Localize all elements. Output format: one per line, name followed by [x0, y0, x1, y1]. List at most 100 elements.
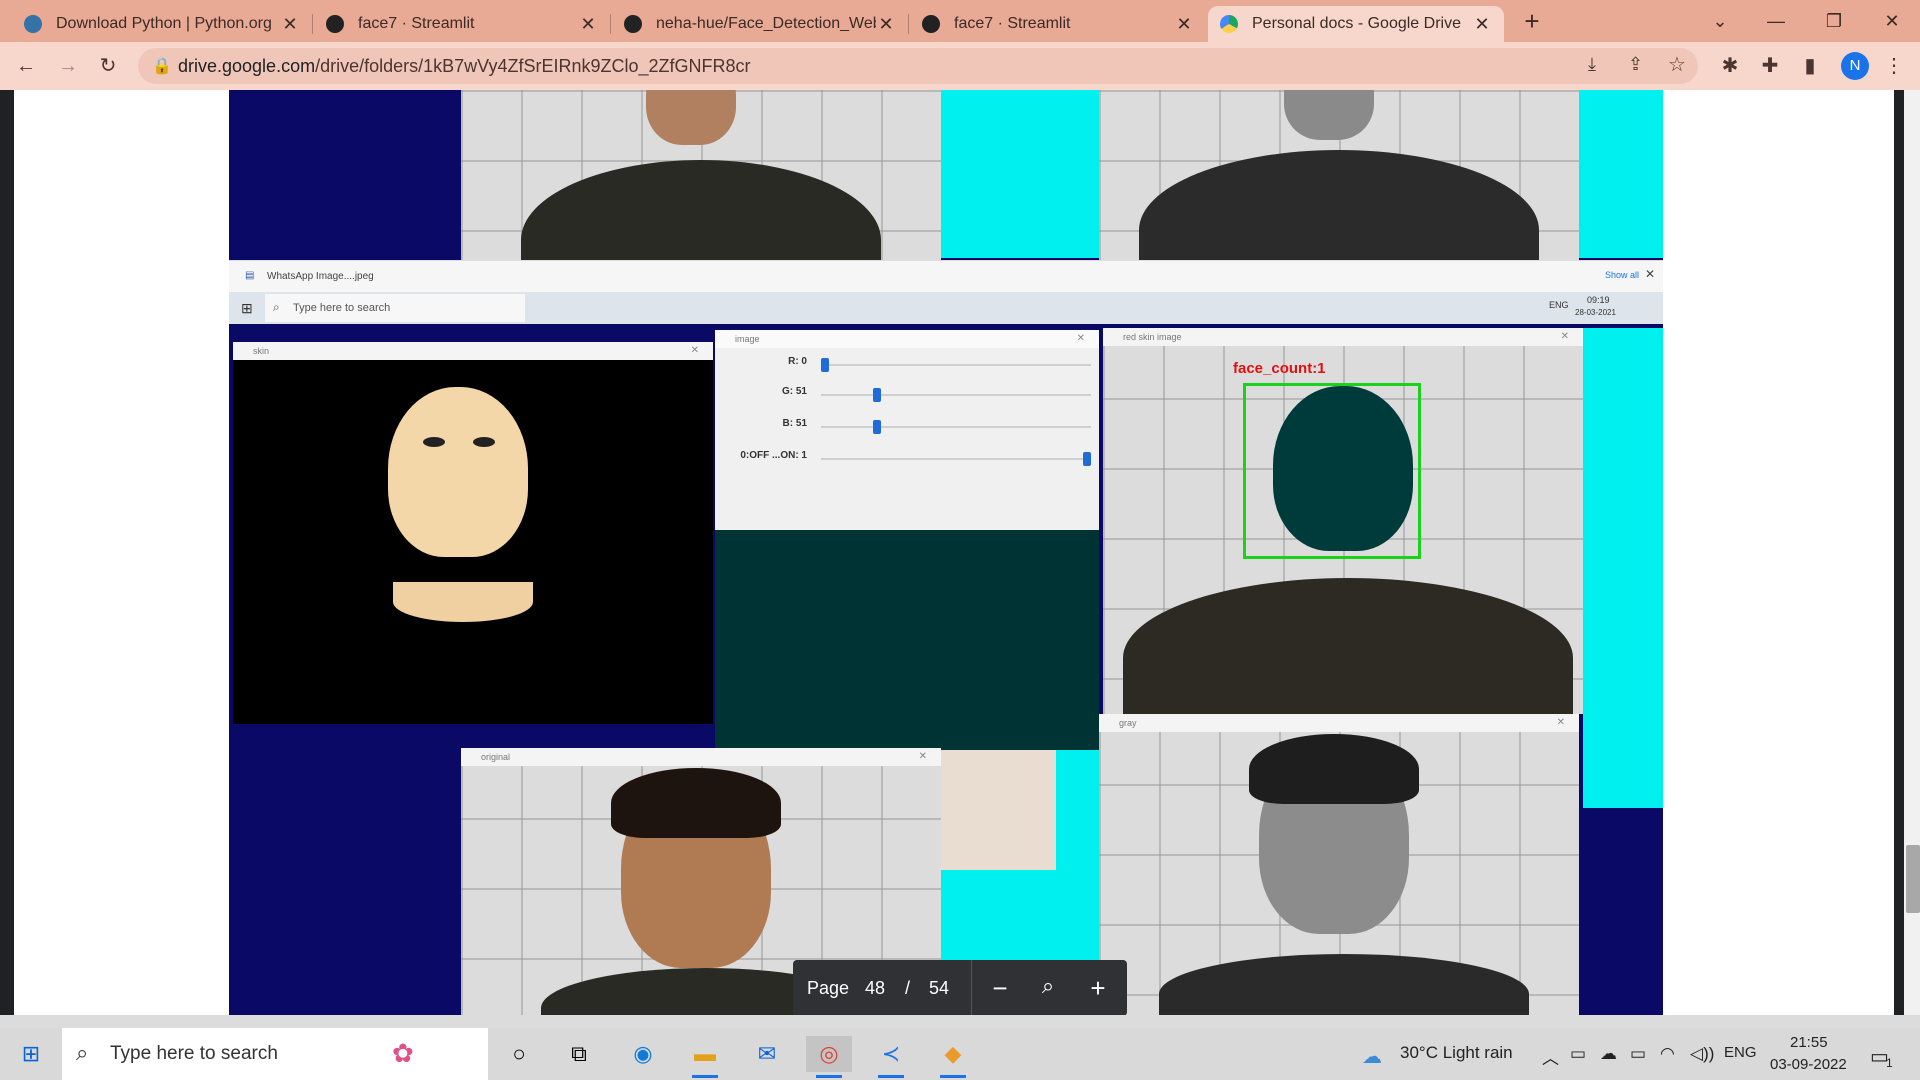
slider-g-thumb[interactable] — [873, 388, 882, 402]
embedded-time: 09:19 — [1587, 295, 1610, 305]
cortana-icon[interactable]: ○ — [496, 1036, 542, 1072]
vscode-icon[interactable]: ≺ — [868, 1036, 914, 1078]
slider-switch-label: 0:OFF ...ON: 1 — [740, 450, 807, 461]
red-skin-window-title: red skin image ✕ — [1103, 328, 1583, 346]
wifi-icon[interactable]: ◠ — [1660, 1044, 1675, 1064]
gray-photo-top — [1099, 90, 1579, 285]
scrollbar-thumb[interactable] — [1906, 845, 1920, 913]
face-count-label: face_count:1 — [1233, 360, 1326, 377]
python-icon — [24, 15, 42, 33]
extensions-puzzle-icon[interactable]: ✚ — [1756, 52, 1784, 80]
streamlit-icon — [326, 15, 344, 33]
reload-icon[interactable]: ↻ — [94, 52, 122, 80]
tray-device-icon[interactable]: ▭ — [1570, 1044, 1586, 1064]
drive-preview: ▤ WhatsApp Image....jpeg Show all ✕ ⊞ ⌕ … — [0, 90, 1920, 1015]
edge-icon[interactable]: ◉ — [620, 1036, 666, 1072]
skin-window: skin ✕ — [233, 342, 713, 724]
embedded-search-text: Type here to search — [293, 302, 391, 314]
search-highlight-icon: ✿ — [392, 1038, 414, 1068]
close-icon[interactable]: ✕ — [578, 14, 598, 35]
battery-icon[interactable]: ▭ — [1630, 1044, 1646, 1064]
bookmark-star-icon[interactable]: ☆ — [1668, 52, 1686, 77]
install-icon[interactable]: ⤓ — [1588, 54, 1596, 75]
tab-streamlit-2[interactable]: face7 · Streamlit ✕ — [910, 6, 1206, 42]
mail-icon[interactable]: ✉ — [744, 1036, 790, 1072]
image-window-title: image ✕ — [715, 330, 1099, 348]
face-bounding-box — [1243, 383, 1421, 559]
slider-switch-thumb[interactable] — [1083, 452, 1091, 466]
extension-bug-icon[interactable]: ✱ — [1716, 52, 1744, 80]
zoom-icon[interactable]: ⌕ — [1033, 973, 1063, 999]
close-icon[interactable]: ✕ — [280, 14, 300, 35]
slider-b[interactable] — [821, 426, 1091, 428]
close-icon[interactable]: ✕ — [1472, 14, 1492, 35]
back-icon[interactable]: ← — [12, 52, 40, 80]
tray-chevron-icon[interactable]: ︿ — [1542, 1044, 1559, 1069]
slider-b-thumb[interactable] — [873, 420, 882, 434]
minimize-icon[interactable]: — — [1756, 6, 1796, 36]
side-panel-icon[interactable]: ▮ — [1796, 52, 1824, 80]
chrome-icon[interactable]: ◎ — [806, 1036, 852, 1078]
onedrive-icon[interactable]: ☁ — [1600, 1044, 1617, 1064]
tab-search-icon[interactable]: ⌄ — [1700, 6, 1740, 36]
original-window-title: original ✕ — [461, 748, 941, 766]
clock-time[interactable]: 21:55 — [1790, 1034, 1828, 1051]
close-icon[interactable]: ✕ — [1645, 267, 1655, 281]
tab-title: Personal docs - Google Drive — [1252, 15, 1461, 32]
address-bar[interactable]: 🔒 drive.google.com/drive/folders/1kB7wVy… — [138, 48, 1698, 84]
tab-streamlit-1[interactable]: face7 · Streamlit ✕ — [314, 6, 610, 42]
github-icon — [624, 15, 642, 33]
download-file-name[interactable]: WhatsApp Image....jpeg — [267, 271, 374, 282]
zoom-out-icon[interactable]: − — [985, 973, 1015, 1004]
close-icon[interactable]: ✕ — [876, 14, 896, 35]
restore-icon[interactable]: ❐ — [1814, 6, 1854, 36]
new-tab-button[interactable]: + — [1512, 6, 1552, 36]
file-explorer-icon[interactable]: ▬ — [682, 1036, 728, 1078]
browser-toolbar: ← → ↻ 🔒 drive.google.com/drive/folders/1… — [0, 42, 1920, 90]
total-pages: 54 — [929, 978, 950, 998]
forward-icon[interactable]: → — [54, 52, 82, 80]
tab-google-drive[interactable]: Personal docs - Google Drive ✕ — [1208, 6, 1504, 42]
zoom-in-icon[interactable]: + — [1083, 973, 1113, 1004]
file-icon: ▤ — [245, 270, 255, 281]
profile-avatar[interactable]: N — [1841, 52, 1869, 80]
streamlit-icon — [922, 15, 940, 33]
close-icon[interactable]: ✕ — [1174, 14, 1194, 35]
slider-g[interactable] — [821, 394, 1091, 396]
tab-python[interactable]: Download Python | Python.org ✕ — [12, 6, 312, 42]
task-view-icon[interactable]: ⧉ — [556, 1036, 602, 1072]
windows-start-icon[interactable]: ⊞ — [8, 1036, 54, 1072]
skin-window-title: skin ✕ — [233, 342, 713, 360]
tab-github[interactable]: neha-hue/Face_Detection_WebA ✕ — [612, 6, 908, 42]
slider-g-label: G: 51 — [781, 386, 807, 397]
current-page-input[interactable]: 48 — [865, 978, 885, 999]
windows-start-icon: ⊞ — [241, 300, 253, 316]
tab-title: neha-hue/Face_Detection_WebA — [656, 15, 876, 32]
window-close-icon[interactable]: ✕ — [1872, 6, 1912, 36]
page-navigation: Page 48 / 54 − ⌕ + — [793, 960, 1127, 1016]
share-icon[interactable]: ⇪ — [1628, 54, 1643, 75]
slider-r[interactable] — [821, 364, 1091, 366]
weather-text[interactable]: 30°C Light rain — [1400, 1043, 1513, 1063]
volume-icon[interactable]: ◁)) — [1690, 1044, 1714, 1064]
slider-b-label: B: 51 — [782, 418, 807, 429]
taskbar-search-box[interactable]: ⌕ Type here to search ✿ — [62, 1028, 488, 1080]
clock-date[interactable]: 03-09-2022 — [1770, 1056, 1847, 1073]
language-indicator[interactable]: ENG — [1724, 1044, 1757, 1061]
slider-r-thumb[interactable] — [821, 358, 829, 372]
search-icon: ⌕ — [76, 1040, 89, 1065]
page-separator: / — [905, 978, 911, 998]
slider-switch[interactable] — [821, 458, 1091, 460]
app-icon[interactable]: ◆ — [930, 1036, 976, 1078]
red-skin-window: red skin image ✕ face_count:1 — [1103, 328, 1583, 714]
gray-window: gray ✕ — [1099, 714, 1579, 1015]
url-text[interactable]: drive.google.com/drive/folders/1kB7wVy4Z… — [178, 56, 751, 77]
horizontal-scrollbar[interactable] — [0, 1015, 1920, 1028]
menu-kebab-icon[interactable]: ⋮ — [1880, 52, 1908, 80]
windows-taskbar: ⊞ ⌕ Type here to search ✿ ○ ⧉ ◉ ▬ ✉ ◎ ≺ … — [0, 1028, 1920, 1080]
embedded-date: 28-03-2021 — [1575, 308, 1616, 317]
embedded-taskbar: ⊞ ⌕ Type here to search ENG 09:19 28-03-… — [229, 292, 1663, 324]
show-all-link[interactable]: Show all — [1605, 270, 1639, 280]
image-trackbar-window: image ✕ R: 0 G: 51 B: 51 0:OFF ...ON: 1 — [715, 330, 1099, 750]
weather-icon[interactable]: ☁ — [1362, 1044, 1382, 1069]
